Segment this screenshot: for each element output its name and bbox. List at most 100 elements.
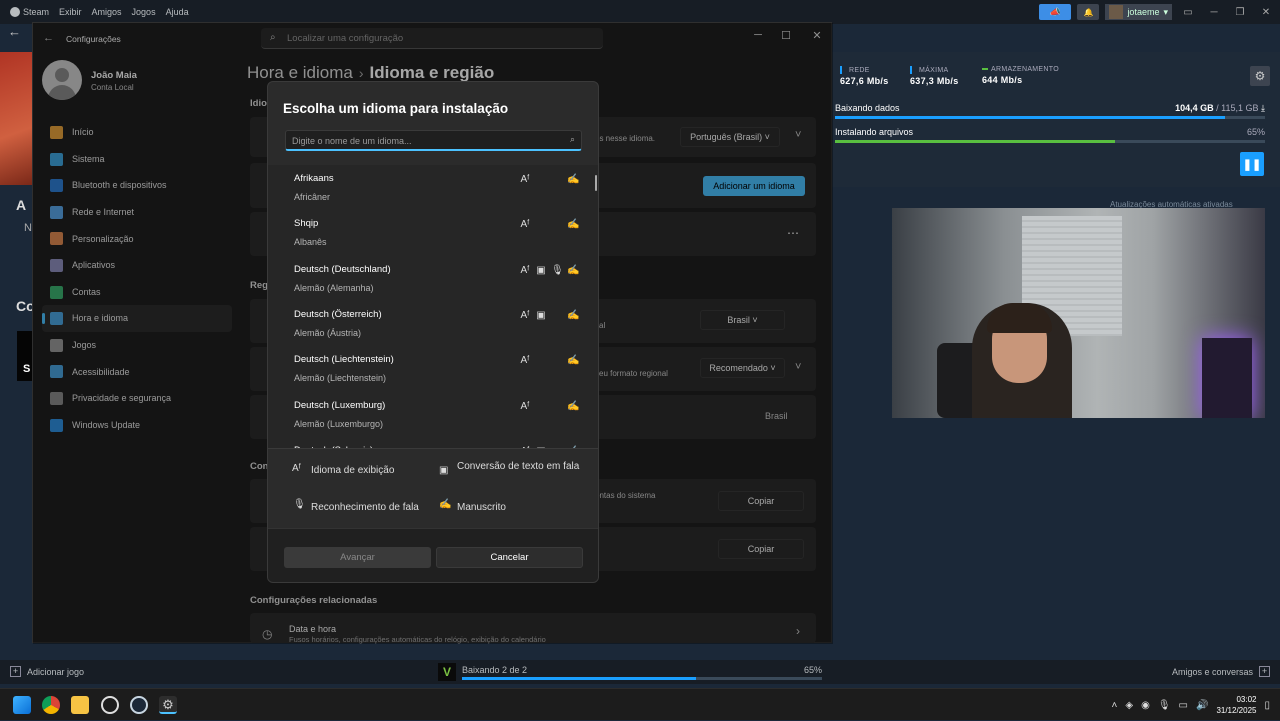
language-search-input[interactable]	[292, 134, 552, 147]
download-progress-bar	[835, 116, 1265, 119]
chevron-up-icon[interactable]: ˄	[1112, 700, 1118, 711]
wifi-icon[interactable]: ▭	[1179, 700, 1188, 711]
display-language-icon: Aᶠ	[520, 400, 530, 412]
language-list-item[interactable]: Deutsch (Liechtenstein) Alemão (Liechtens…	[268, 346, 598, 391]
next-button[interactable]: Avançar	[284, 547, 431, 568]
megaphone-icon: 📣	[1049, 6, 1062, 17]
handwriting-icon: ✍	[439, 499, 452, 510]
notifications-button[interactable]: 🔔	[1077, 4, 1100, 20]
handwriting-icon: ✍	[567, 264, 580, 276]
steam-menu-exibir[interactable]: Exibir	[59, 7, 82, 17]
big-picture-icon[interactable]: ▭	[1178, 7, 1198, 18]
search-icon: ⌕	[569, 134, 575, 144]
language-list-item[interactable]: Deutsch (Österreich) Alemão (Áustria) Aᶠ ▣ ✍	[268, 301, 598, 346]
display-language-icon: Aᶠ	[520, 219, 530, 231]
steam-menu-amigos[interactable]: Amigos	[92, 7, 122, 17]
language-list: Afrikaans Africâner Aᶠ ✍ Shqip Albanês Aᶠ ✍ Deut…	[268, 165, 598, 448]
downloading-value: 104,4 GB	[1175, 103, 1214, 113]
clock-time: 03:02	[1236, 695, 1257, 704]
obs-icon[interactable]	[101, 696, 119, 714]
notification-center-icon[interactable]: ▯	[1264, 700, 1270, 711]
steam-bottom-bar: + Adicionar jogo V Baixando 2 de 2 65% A…	[0, 660, 1280, 684]
windows-start-icon[interactable]	[13, 696, 31, 714]
installing-value: 65%	[1246, 127, 1265, 137]
windows-taskbar: ⚙ ˄ ◈ ◉ 🎙 ▭ 🔊 03:02 31/12/2025 ▯	[0, 688, 1280, 720]
defender-icon[interactable]: ◈	[1125, 700, 1133, 711]
clock-date: 31/12/2025	[1216, 706, 1257, 715]
install-progress-fill	[835, 140, 1115, 143]
armazenamento-icon	[982, 68, 988, 71]
steam-fragment-n: N	[24, 222, 32, 234]
language-translated-name: Alemão (Liechtenstein)	[294, 373, 387, 384]
back-arrow-icon[interactable]: ←	[0, 24, 30, 42]
user-menu-button[interactable]: jotaeme ▾	[1105, 4, 1172, 20]
display-language-icon: Aᶠ	[520, 355, 530, 367]
close-icon[interactable]: ✕	[1256, 7, 1276, 18]
scrollbar[interactable]	[595, 175, 597, 191]
language-name: Deutsch (Österreich)	[294, 308, 382, 320]
pause-button[interactable]: ❚❚	[1240, 152, 1264, 176]
maxima-icon	[910, 66, 916, 74]
add-game-button[interactable]: + Adicionar jogo	[10, 666, 84, 677]
pc-case	[1202, 338, 1252, 418]
file-explorer-icon[interactable]	[71, 696, 89, 714]
app-tray-icon[interactable]: ◉	[1141, 700, 1150, 711]
game-logo-icon: V	[438, 663, 456, 681]
download-panel: REDE 627,6 Mb/s MÁXIMA 637,3 Mb/s ARMAZE…	[832, 52, 1280, 187]
language-name: Deutsch (Deutschland)	[294, 263, 391, 275]
cancel-button[interactable]: Cancelar	[436, 547, 583, 568]
microphone-icon: 🎙	[293, 499, 306, 510]
legend-display: Idioma de exibição	[311, 465, 395, 476]
language-search-field: ⌕	[285, 130, 582, 151]
announcements-button[interactable]: 📣	[1039, 4, 1072, 20]
steam-menubar: Steam Exibir Amigos Jogos Ajuda 📣 🔔 jota…	[0, 0, 1280, 24]
stat-maxima-label: MÁXIMA	[919, 66, 949, 74]
handwriting-icon: ✍	[567, 400, 580, 412]
downloading-row: Baixando dados 104,4 GB / 115,1 GB ⤓	[835, 103, 1265, 113]
webcam-overlay	[892, 208, 1265, 418]
bottom-dl-label: Baixando 2 de 2	[462, 665, 528, 675]
stat-maxima-value: 637,3 Mb/s	[910, 76, 959, 86]
bell-icon: 🔔	[1083, 7, 1094, 17]
handwriting-icon: ✍	[567, 174, 580, 185]
text-to-speech-icon: ▣	[439, 465, 449, 476]
steam-fragment-tile[interactable]: S	[17, 331, 33, 381]
display-language-icon: Aᶠ	[520, 174, 530, 185]
steam-menu-steam[interactable]: Steam	[10, 7, 49, 18]
stat-maxima: MÁXIMA 637,3 Mb/s	[910, 66, 959, 86]
language-list-item[interactable]: Deutsch (Schweiz)Alemão (Suíça)Aᶠ▣✍	[268, 437, 598, 448]
settings-taskbar-icon[interactable]: ⚙	[159, 696, 177, 714]
language-list-item[interactable]: Afrikaans Africâner Aᶠ ✍	[268, 165, 598, 210]
handwriting-icon: ✍	[567, 219, 580, 231]
language-name: Shqip	[294, 218, 319, 230]
downloading-total: / 115,1 GB	[1213, 103, 1259, 113]
steam-taskbar-icon[interactable]	[130, 696, 148, 714]
language-list-item[interactable]: Deutsch (Deutschland) Alemão (Alemanha) Aᶠ…	[268, 256, 598, 301]
language-list-item[interactable]: Deutsch (Luxemburg) Alemão (Luxemburgo) Aᶠ…	[268, 392, 598, 437]
steam-fragment-a: A	[16, 197, 27, 213]
microphone-icon[interactable]: 🎙	[1158, 700, 1171, 711]
chrome-icon[interactable]	[42, 696, 60, 714]
steam-menu-jogos[interactable]: Jogos	[132, 7, 156, 17]
username: jotaeme	[1127, 7, 1160, 17]
feature-legend: Aᶠ Idioma de exibição ▣ Conversão de tex…	[268, 448, 598, 528]
downloading-label: Baixando dados	[835, 103, 900, 113]
volume-icon[interactable]: 🔊	[1196, 700, 1208, 711]
settings-window: ← Configurações ⌕ Localizar uma configur…	[32, 22, 833, 644]
language-name: Deutsch (Liechtenstein)	[294, 354, 394, 366]
friends-chat-button[interactable]: Amigos e conversas +	[1172, 666, 1270, 677]
legend-tts: Conversão de texto em fala	[457, 461, 580, 472]
minimize-icon[interactable]: ─	[1204, 7, 1224, 18]
install-progress-bar	[835, 140, 1265, 143]
installing-label: Instalando arquivos	[835, 127, 914, 137]
text-to-speech-icon: ▣	[536, 309, 546, 321]
plus-icon: +	[10, 666, 21, 677]
restore-icon[interactable]: ❐	[1230, 7, 1250, 18]
language-list-item[interactable]: Shqip Albanês Aᶠ ✍	[268, 210, 598, 255]
clock[interactable]: 03:02 31/12/2025	[1216, 694, 1256, 716]
installing-row: Instalando arquivos 65%	[835, 127, 1265, 137]
text-to-speech-icon: ▣	[536, 264, 546, 276]
gear-icon[interactable]: ⚙	[1250, 66, 1270, 86]
steam-menu-ajuda[interactable]: Ajuda	[166, 7, 189, 17]
download-icon: ⤓	[1261, 103, 1265, 113]
